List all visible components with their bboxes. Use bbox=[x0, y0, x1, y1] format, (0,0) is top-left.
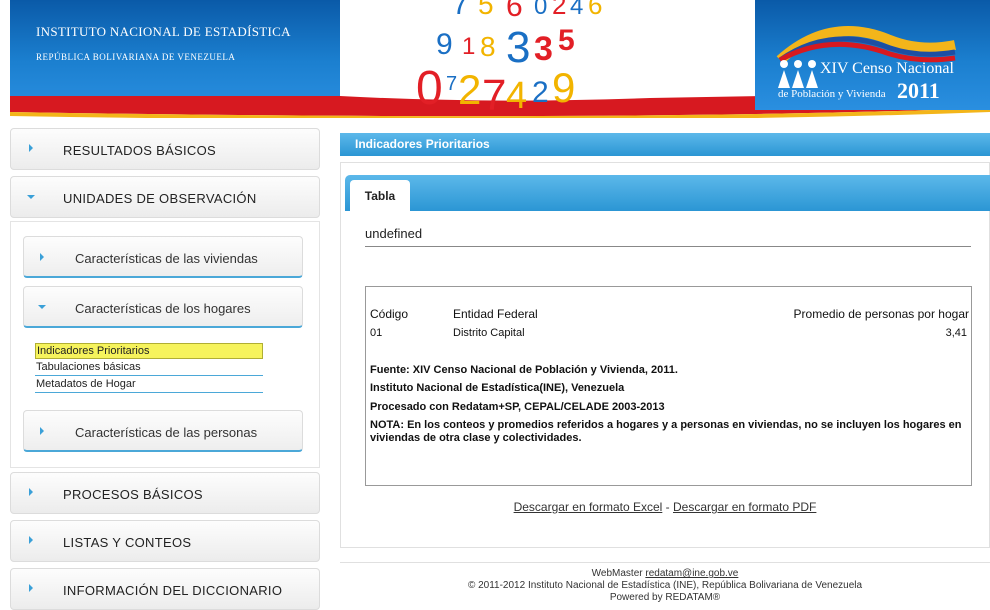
page-header: INSTITUTO NACIONAL DE ESTADÍSTICA REPÚBL… bbox=[0, 0, 990, 118]
census-title: XIV Censo Nacional bbox=[820, 60, 954, 77]
svg-text:1: 1 bbox=[462, 33, 475, 60]
svg-text:2: 2 bbox=[458, 66, 481, 110]
column-header-codigo: Código bbox=[370, 307, 409, 321]
svg-text:4: 4 bbox=[570, 0, 583, 20]
sidebar-item-label: RESULTADOS BÁSICOS bbox=[63, 143, 217, 158]
sidebar-subpanel: Características de las viviendas Caracte… bbox=[10, 221, 320, 468]
svg-text:2: 2 bbox=[552, 0, 566, 20]
column-header-promedio: Promedio de personas por hogar bbox=[793, 307, 969, 321]
page-footer: WebMaster redatam@ine.gob.ve © 2011-2012… bbox=[340, 562, 990, 604]
sidebar-subitem-label: Características de los hogares bbox=[75, 301, 251, 316]
ine-logo-subtext: REPÚBLICA BOLIVARIANA DE VENEZUELA bbox=[36, 52, 236, 62]
sidebar-subitem-label: Características de las viviendas bbox=[75, 251, 258, 266]
tab-strip bbox=[345, 175, 990, 211]
result-table-box: Código Entidad Federal Promedio de perso… bbox=[365, 286, 972, 486]
divider bbox=[365, 246, 971, 247]
svg-text:0: 0 bbox=[534, 0, 547, 20]
sidebar-item-label: LISTAS Y CONTEOS bbox=[63, 535, 192, 550]
ine-logo-text: INSTITUTO NACIONAL DE ESTADÍSTICA bbox=[36, 24, 291, 39]
sidebar-item-label: INFORMACIÓN DEL DICCIONARIO bbox=[63, 583, 283, 598]
leaf-tabulaciones-basicas[interactable]: Tabulaciones básicas bbox=[35, 360, 263, 376]
sidebar-item-resultados-basicos[interactable]: RESULTADOS BÁSICOS bbox=[10, 128, 320, 170]
people-icon bbox=[778, 60, 818, 88]
result-subtitle: undefined bbox=[365, 226, 423, 241]
sidebar-item-procesos-basicos[interactable]: PROCESOS BÁSICOS bbox=[10, 472, 320, 514]
svg-text:4: 4 bbox=[506, 75, 527, 110]
svg-text:7: 7 bbox=[482, 71, 506, 110]
sidebar-item-label: PROCESOS BÁSICOS bbox=[63, 487, 203, 502]
sidebar-subitem-personas[interactable]: Características de las personas bbox=[23, 410, 303, 452]
sidebar-item-listas-conteos[interactable]: LISTAS Y CONTEOS bbox=[10, 520, 320, 562]
section-title-bar: Indicadores Prioritarios bbox=[340, 133, 990, 156]
chevron-right-icon bbox=[29, 144, 33, 152]
table-cell: 3,41 bbox=[945, 327, 967, 339]
chevron-right-icon bbox=[40, 427, 44, 435]
svg-text:6: 6 bbox=[588, 0, 602, 20]
svg-text:2: 2 bbox=[532, 76, 549, 109]
table-cell: Distrito Capital bbox=[453, 327, 525, 339]
source-note: Fuente: XIV Censo Nacional de Población … bbox=[370, 364, 678, 376]
download-excel-link[interactable]: Descargar en formato Excel bbox=[514, 500, 663, 514]
svg-text:5: 5 bbox=[478, 0, 494, 20]
sidebar-subitem-label: Características de las personas bbox=[75, 425, 258, 440]
chevron-down-icon bbox=[38, 305, 46, 309]
svg-text:9: 9 bbox=[436, 28, 453, 61]
copyright-text: © 2011-2012 Instituto Nacional de Estadí… bbox=[467, 580, 863, 591]
download-pdf-link[interactable]: Descargar en formato PDF bbox=[673, 500, 816, 514]
download-separator: - bbox=[662, 500, 673, 514]
svg-text:3: 3 bbox=[534, 30, 553, 68]
tab-tabla[interactable]: Tabla bbox=[350, 180, 410, 212]
nota-note: NOTA: En los conteos y promedios referid… bbox=[370, 419, 962, 444]
sidebar-item-label: UNIDADES DE OBSERVACIÓN bbox=[63, 191, 257, 206]
sidebar-item-unidades-observacion[interactable]: UNIDADES DE OBSERVACIÓN bbox=[10, 176, 320, 218]
leaf-indicadores-prioritarios[interactable]: Indicadores Prioritarios bbox=[35, 343, 263, 359]
svg-text:8: 8 bbox=[480, 31, 496, 62]
chevron-right-icon bbox=[29, 536, 33, 544]
column-header-entidad: Entidad Federal bbox=[453, 307, 538, 321]
webmaster-label: WebMaster bbox=[591, 568, 643, 579]
webmaster-email-link[interactable]: redatam@ine.gob.ve bbox=[645, 568, 738, 579]
svg-text:3: 3 bbox=[506, 23, 530, 72]
sidebar-subitem-hogares[interactable]: Características de los hogares bbox=[23, 286, 303, 328]
census-subtitle: de Población y Vivienda bbox=[778, 88, 886, 100]
download-links: Descargar en formato Excel - Descargar e… bbox=[340, 500, 990, 514]
institute-note: Instituto Nacional de Estadística(INE), … bbox=[370, 382, 625, 394]
svg-text:0: 0 bbox=[416, 62, 443, 110]
chevron-right-icon bbox=[40, 253, 44, 261]
svg-text:9: 9 bbox=[552, 64, 575, 110]
chevron-down-icon bbox=[27, 195, 35, 199]
table-cell: 01 bbox=[370, 327, 383, 339]
sidebar-subitem-viviendas[interactable]: Características de las viviendas bbox=[23, 236, 303, 278]
powered-by-text: Powered by REDATAM® bbox=[609, 592, 721, 603]
census-year: 2011 bbox=[897, 78, 940, 103]
svg-text:5: 5 bbox=[558, 24, 575, 57]
digits-graphic: 7 5 6 0 2 4 6 9 1 8 3 3 5 0 7 2 7 4 2 9 bbox=[416, 0, 602, 110]
svg-text:7: 7 bbox=[452, 0, 469, 21]
svg-text:7: 7 bbox=[446, 73, 457, 95]
leaf-metadatos-hogar[interactable]: Metadatos de Hogar bbox=[35, 377, 263, 393]
processing-note: Procesado con Redatam+SP, CEPAL/CELADE 2… bbox=[370, 401, 665, 413]
svg-text:6: 6 bbox=[506, 0, 523, 23]
chevron-right-icon bbox=[29, 584, 33, 592]
chevron-right-icon bbox=[29, 488, 33, 496]
